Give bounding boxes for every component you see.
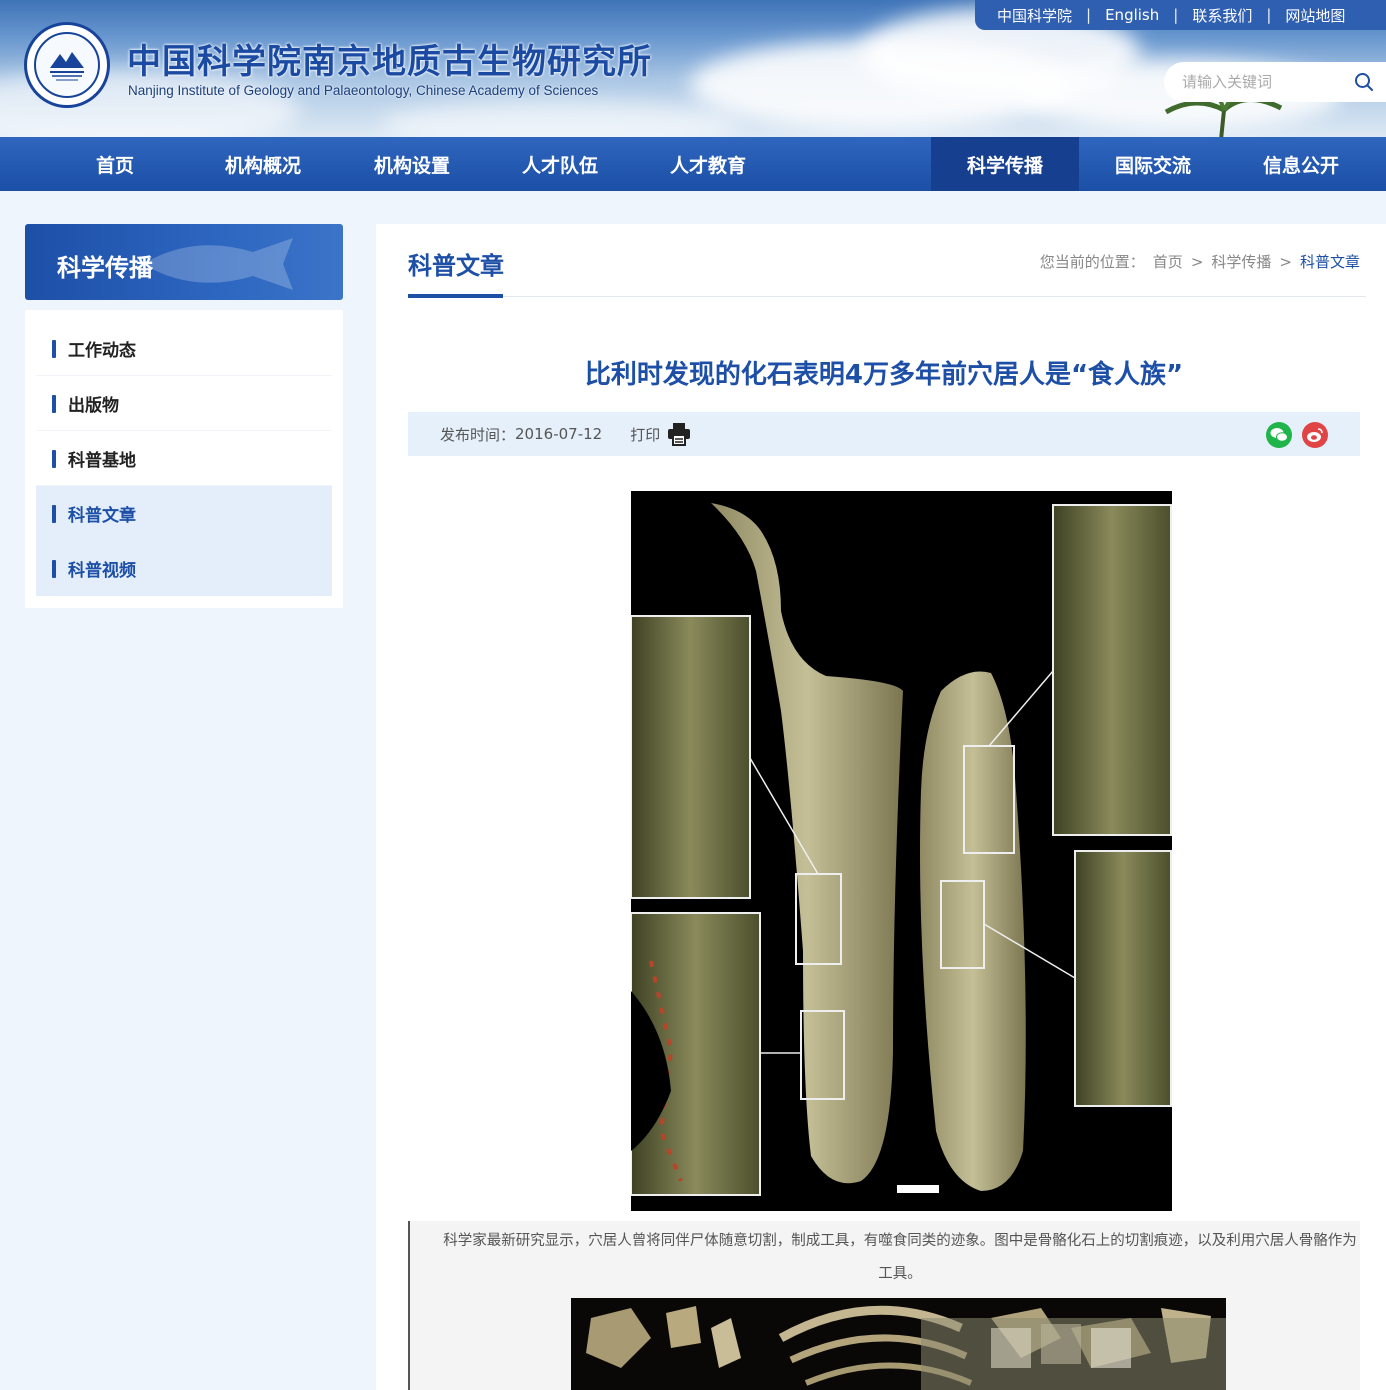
sidebar-item-marker xyxy=(52,560,56,578)
sidebar-item-videos[interactable]: 科普视频 xyxy=(36,541,332,596)
wechat-icon xyxy=(1270,428,1288,442)
search-icon[interactable] xyxy=(1354,72,1374,92)
breadcrumb-level1[interactable]: 科学传播 xyxy=(1211,251,1271,272)
print-button[interactable]: 打印 xyxy=(630,421,692,447)
section-title-underline xyxy=(408,294,503,298)
printer-icon xyxy=(668,423,691,446)
fossil-fish-decoration xyxy=(143,238,293,290)
main-nav: 首页 机构概况 机构设置 人才队伍 人才教育 科学传播 国际交流 信息公开 xyxy=(0,137,1386,191)
article-title: 比利时发现的化石表明4万多年前穴居人是“食人族” xyxy=(584,360,1184,390)
nav-item-about[interactable]: 机构概况 xyxy=(189,137,337,191)
sidebar-item-label: 工作动态 xyxy=(68,340,136,361)
sidebar-item-news[interactable]: 工作动态 xyxy=(36,321,332,376)
sidebar-menu: 工作动态 出版物 科普基地 科普文章 科普视频 xyxy=(25,310,343,608)
sidebar-item-label: 科普基地 xyxy=(68,450,136,471)
institute-logo[interactable] xyxy=(24,22,110,108)
section-divider xyxy=(408,296,1366,297)
sidebar-item-marker xyxy=(52,395,56,413)
link-separator: | xyxy=(1266,6,1272,24)
sidebar-item-bases[interactable]: 科普基地 xyxy=(36,431,332,486)
site-header: 中国科学院南京地质古生物研究所 Nanjing Institute of Geo… xyxy=(0,0,1386,137)
sidebar-header: 科学传播 xyxy=(25,224,343,300)
top-links: 中国科学院 | English | 联系我们 | 网站地图 xyxy=(975,0,1386,30)
section-title: 科普文章 xyxy=(408,252,504,280)
sidebar-item-label: 科普文章 xyxy=(68,506,136,526)
print-label: 打印 xyxy=(630,425,661,444)
nav-item-education[interactable]: 人才教育 xyxy=(634,137,782,191)
link-separator: | xyxy=(1173,6,1179,24)
nav-item-international[interactable]: 国际交流 xyxy=(1079,137,1227,191)
sidebar-title: 科学传播 xyxy=(57,254,153,282)
publish-date: 2016-07-12 xyxy=(515,425,603,443)
sidebar-item-publications[interactable]: 出版物 xyxy=(36,376,332,431)
fossil-bones-figure xyxy=(631,503,1172,1196)
article-image-bone-fragments xyxy=(571,1298,1226,1390)
sidebar-item-marker xyxy=(52,505,56,523)
link-english[interactable]: English xyxy=(1105,6,1159,24)
share-weibo-button[interactable] xyxy=(1302,422,1328,448)
breadcrumb-prefix: 您当前的位置： xyxy=(1039,253,1145,271)
bone-fragments-figure xyxy=(586,1305,1226,1390)
breadcrumb: 您当前的位置： 首页 > 科学传播 > 科普文章 xyxy=(1032,251,1360,272)
share-wechat-button[interactable] xyxy=(1266,422,1292,448)
sidebar-item-articles[interactable]: 科普文章 xyxy=(36,486,332,541)
nav-item-science-outreach[interactable]: 科学传播 xyxy=(931,137,1079,191)
sidebar-item-marker xyxy=(52,450,56,468)
breadcrumb-home[interactable]: 首页 xyxy=(1153,251,1183,272)
article-meta: 发布时间： 2016-07-12 打印 xyxy=(408,412,1360,456)
content-panel: 科普文章 您当前的位置： 首页 > 科学传播 > 科普文章 比利时发现的化石表明… xyxy=(376,224,1386,1390)
search-input[interactable] xyxy=(1182,73,1352,91)
publish-label: 发布时间： xyxy=(440,425,516,444)
site-title: 中国科学院南京地质古生物研究所 xyxy=(127,42,652,82)
nav-item-organization[interactable]: 机构设置 xyxy=(338,137,486,191)
weibo-icon xyxy=(1307,428,1323,442)
sidebar-item-label: 科普视频 xyxy=(68,561,136,581)
logo-emblem-icon xyxy=(50,52,84,81)
link-separator: | xyxy=(1086,6,1092,24)
nav-item-talent[interactable]: 人才队伍 xyxy=(486,137,634,191)
search-box xyxy=(1164,62,1386,102)
article-image-bone-cutmarks xyxy=(631,491,1172,1211)
breadcrumb-current[interactable]: 科普文章 xyxy=(1300,251,1360,272)
sidebar-item-label: 出版物 xyxy=(68,395,119,416)
link-sitemap[interactable]: 网站地图 xyxy=(1285,5,1345,26)
site-subtitle-en: Nanjing Institute of Geology and Palaeon… xyxy=(128,83,599,98)
link-contact[interactable]: 联系我们 xyxy=(1192,5,1252,26)
breadcrumb-separator: > xyxy=(1279,252,1292,271)
breadcrumb-separator: > xyxy=(1190,252,1204,271)
nav-item-home[interactable]: 首页 xyxy=(41,137,189,191)
link-cas[interactable]: 中国科学院 xyxy=(997,5,1072,26)
nav-item-obscured[interactable] xyxy=(782,137,930,191)
header-cloud xyxy=(380,100,740,137)
sidebar-item-marker xyxy=(52,340,56,358)
nav-item-disclosure[interactable]: 信息公开 xyxy=(1227,137,1375,191)
